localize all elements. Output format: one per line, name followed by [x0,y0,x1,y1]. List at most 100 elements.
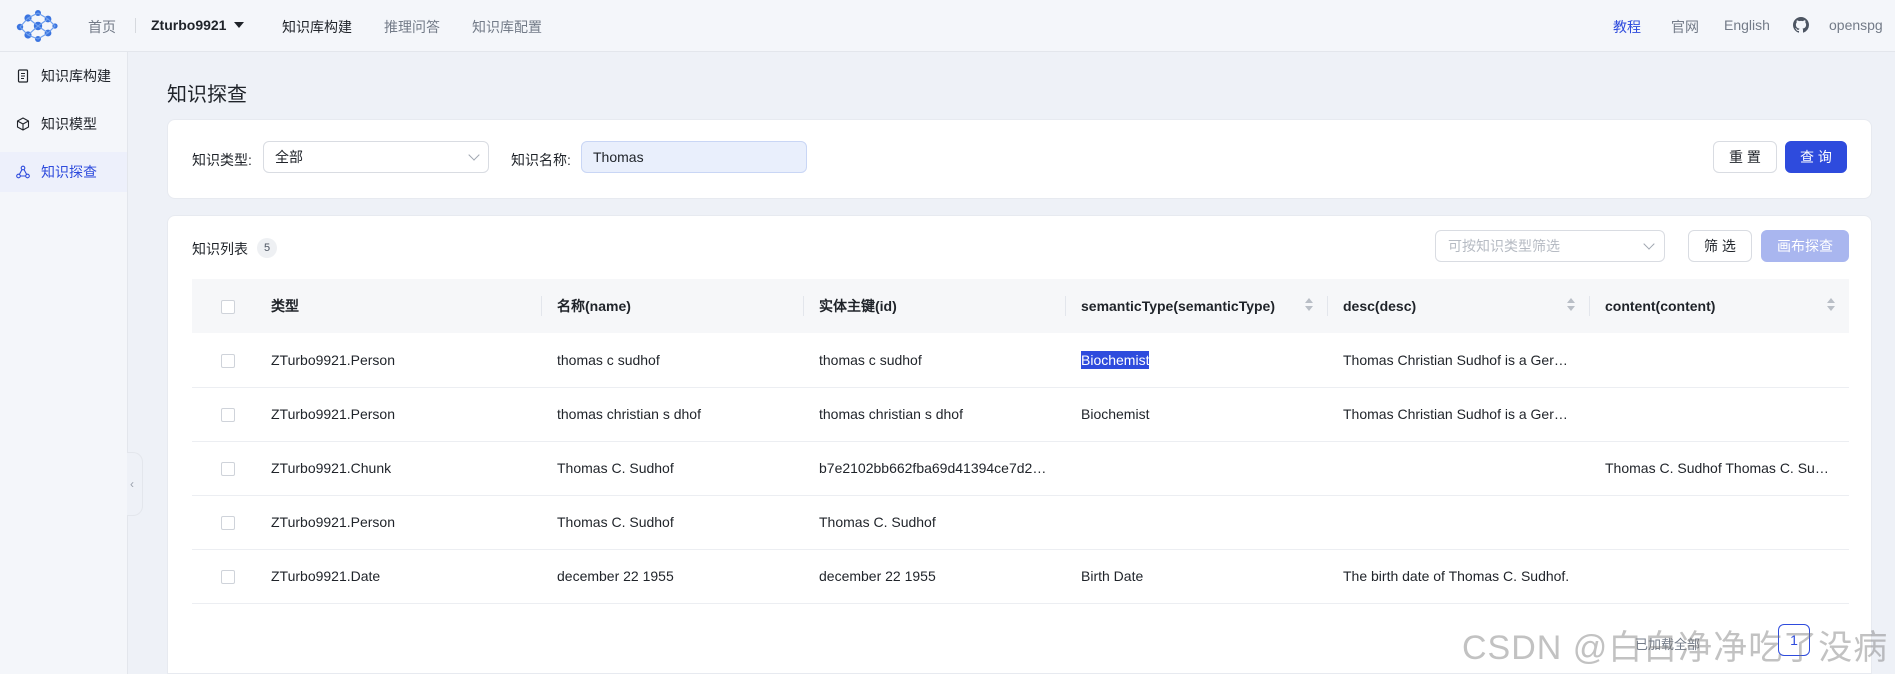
cell-semantic-type [1065,441,1327,495]
nav-reasoning-qa[interactable]: 推理问答 [384,17,440,37]
select-all-checkbox[interactable] [221,300,235,315]
cell-content [1589,495,1849,549]
table-row[interactable]: ZTurbo9921.Date december 22 1955 decembe… [192,549,1849,603]
table-header-row: 类型 名称(name) 实体主键(id) semanticType(semant… [192,279,1849,333]
row-checkbox[interactable] [221,408,235,423]
cube-icon [16,117,30,131]
header-label: semanticType(semanticType) [1081,298,1275,314]
language-switch[interactable]: English [1724,17,1770,33]
knowledge-list-card: 知识列表 5 可按知识类型筛选 筛 选 画布探查 类型 名称(name) 实体主… [167,215,1872,674]
row-checkbox-cell [192,387,255,441]
filter-placeholder: 可按知识类型筛选 [1448,238,1560,254]
column-header-desc[interactable]: desc(desc) [1327,279,1589,333]
sidebar-collapse-toggle[interactable]: ‹ [127,452,143,516]
sidebar: 知识库构建 知识模型 知识探查 [0,52,128,674]
nav-home[interactable]: 首页 [88,17,116,37]
column-divider [1327,296,1328,316]
cell-name: Thomas C. Sudhof [557,460,674,476]
table-row[interactable]: ZTurbo9921.Person Thomas C. Sudhof Thoma… [192,495,1849,549]
column-header-name: 名称(name) [541,279,803,333]
cell-id: thomas c sudhof [819,351,922,368]
cell-id: thomas christian s dhof [819,406,963,422]
table-row[interactable]: ZTurbo9921.Person thomas christian s dho… [192,387,1849,441]
nav-website[interactable]: 官网 [1671,17,1699,37]
cell-desc [1327,441,1589,495]
cell-type: ZTurbo9921.Person [271,406,395,422]
filter-button[interactable]: 筛 选 [1688,230,1752,262]
knowledge-table: 类型 名称(name) 实体主键(id) semanticType(semant… [192,279,1849,604]
query-button[interactable]: 查 询 [1785,141,1847,173]
cell-desc: Thomas Christian Sudhof is a Germ... [1343,406,1578,422]
column-divider [1065,296,1066,316]
nav-knowledge-build[interactable]: 知识库构建 [282,17,352,37]
document-icon [17,69,29,83]
row-checkbox[interactable] [221,570,235,585]
nav-knowledge-config[interactable]: 知识库配置 [472,17,542,37]
select-all-cell [192,279,255,333]
cell-type: ZTurbo9921.Person [271,351,395,368]
sidebar-item-label: 知识库构建 [41,68,111,84]
row-checkbox-cell [192,495,255,549]
column-header-id: 实体主键(id) [803,279,1065,333]
header-label: content(content) [1605,298,1716,314]
github-icon[interactable] [1793,17,1809,33]
sort-icon[interactable] [1567,298,1575,314]
sidebar-item-knowledge-build[interactable]: 知识库构建 [0,56,127,96]
cell-id: b7e2102bb662fba69d41394ce7d27... [819,460,1052,476]
table-row[interactable]: ZTurbo9921.Person thomas c sudhof thomas… [192,333,1849,387]
select-value: 全部 [275,149,303,165]
cell-name: Thomas C. Sudhof [557,514,674,530]
knowledge-type-select[interactable]: 全部 [263,141,489,173]
type-filter-select[interactable]: 可按知识类型筛选 [1435,230,1665,262]
page-title: 知识探查 [167,84,247,106]
header-label: 名称(name) [557,298,631,314]
reset-button[interactable]: 重 置 [1713,141,1777,173]
list-title: 知识列表 [192,241,248,257]
sort-icon[interactable] [1827,298,1835,314]
chevron-left-icon: ‹ [130,477,134,491]
cell-content [1589,549,1849,603]
column-header-semantic-type[interactable]: semanticType(semanticType) [1065,279,1327,333]
column-header-content[interactable]: content(content) [1589,279,1849,333]
column-divider [541,296,542,316]
project-name: Zturbo9921 [151,17,227,33]
type-label: 知识类型: [192,152,252,168]
column-divider [803,296,804,316]
row-checkbox-cell [192,441,255,495]
cell-desc: The birth date of Thomas C. Sudhof. [1343,568,1570,584]
header-label: 实体主键(id) [819,298,897,314]
cell-semantic-type [1065,495,1327,549]
openspg-logo-icon[interactable] [14,8,58,44]
sort-icon[interactable] [1305,298,1313,314]
sidebar-item-label: 知识模型 [41,116,97,132]
sidebar-item-label: 知识探查 [41,164,97,180]
cell-semantic-type: Biochemist [1065,333,1327,387]
nav-divider [135,18,136,33]
selected-text: Biochemist [1081,350,1150,369]
row-checkbox[interactable] [221,353,235,368]
cell-semantic-type: Birth Date [1081,568,1144,584]
sidebar-item-knowledge-explore[interactable]: 知识探查 [0,152,127,192]
cell-desc [1327,495,1589,549]
knowledge-name-input[interactable]: Thomas [581,141,807,173]
canvas-explore-button[interactable]: 画布探查 [1761,230,1849,262]
cell-id: Thomas C. Sudhof [819,514,936,530]
nav-tutorial[interactable]: 教程 [1613,17,1641,37]
cell-semantic-type: Biochemist [1081,406,1150,422]
row-checkbox-cell [192,333,255,387]
cell-type: ZTurbo9921.Chunk [271,460,392,476]
csdn-watermark: CSDN @白白净净吃了没病 [1462,629,1889,667]
column-divider [1589,296,1590,316]
sidebar-item-knowledge-model[interactable]: 知识模型 [0,104,127,144]
chevron-down-icon [468,149,480,161]
nav-github[interactable]: openspg [1829,17,1883,33]
column-header-type: 类型 [271,298,299,314]
caret-down-icon [234,22,245,28]
cell-name: thomas c sudhof [557,351,660,368]
table-row[interactable]: ZTurbo9921.Chunk Thomas C. Sudhof b7e210… [192,441,1849,495]
row-checkbox[interactable] [221,462,235,477]
row-checkbox[interactable] [221,516,235,531]
cell-type: ZTurbo9921.Person [271,514,395,530]
cell-content [1589,333,1849,387]
project-switcher[interactable]: Zturbo9921 [151,17,245,33]
